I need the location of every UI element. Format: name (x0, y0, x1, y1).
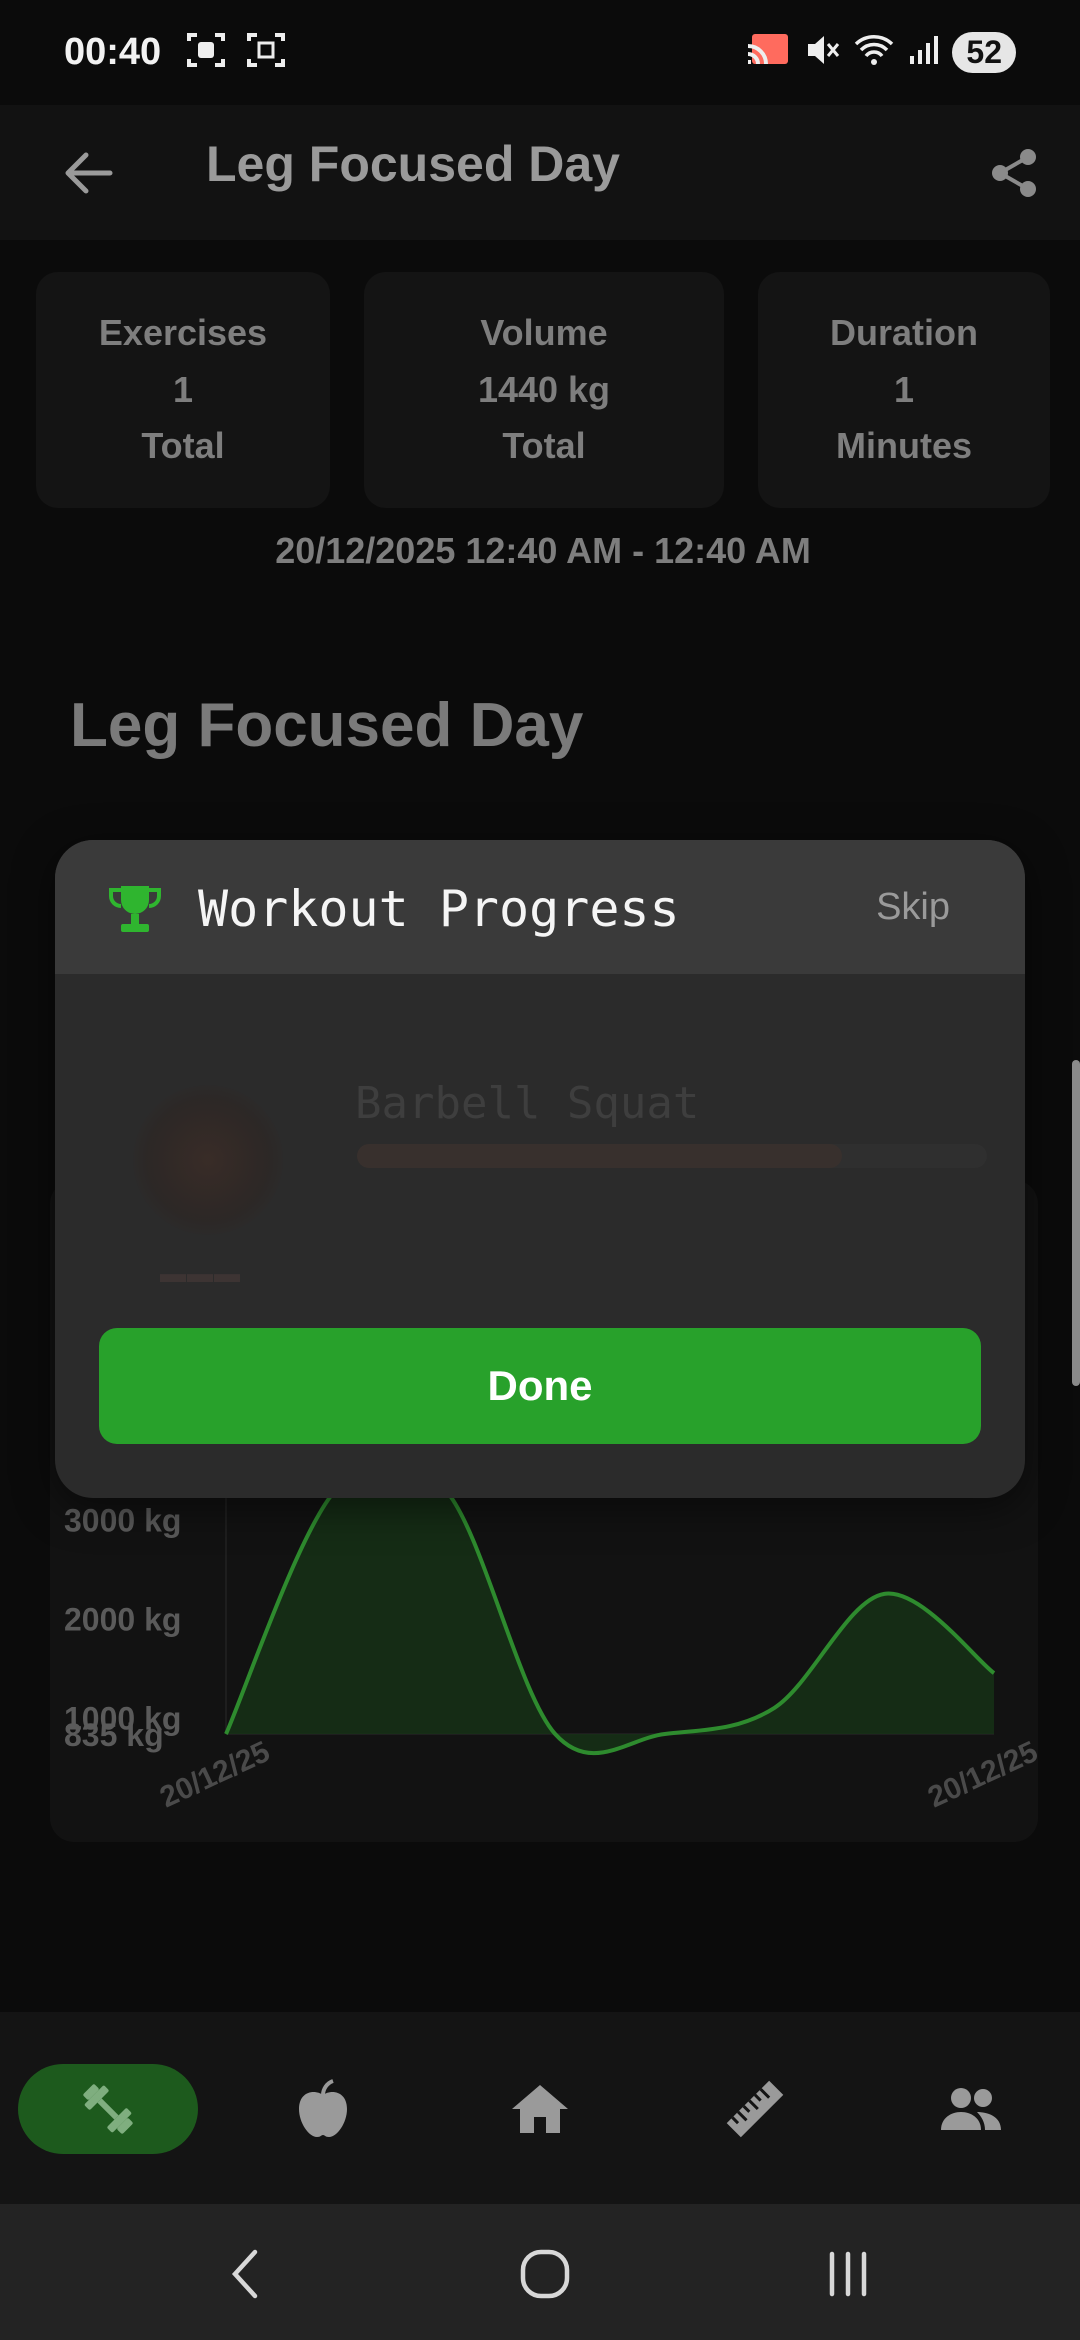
battery-indicator: 52 (952, 32, 1016, 73)
stat-label: Volume (480, 311, 608, 353)
recents-icon (829, 2251, 867, 2297)
trophy-icon (109, 886, 161, 932)
screen-record-icon (185, 29, 227, 76)
exercise-progress-bar (357, 1144, 987, 1168)
signal-icon (908, 34, 939, 71)
nav-item-nutrition[interactable] (278, 2064, 368, 2154)
stat-card-duration: Duration 1 Minutes (758, 272, 1050, 508)
page-title: Leg Focused Day (206, 136, 620, 192)
ruler-icon (726, 2080, 784, 2138)
stat-unit: Total (502, 425, 586, 467)
stat-card-exercises: Exercises 1 Total (36, 272, 330, 508)
y-tick-label: 2000 kg (64, 1602, 181, 1638)
exercise-name: Barbell Squat (355, 1078, 700, 1129)
circle-home-icon (520, 2249, 570, 2299)
x-tick-label: 20/12/25 (155, 1735, 275, 1814)
nav-item-workouts[interactable] (18, 2064, 198, 2154)
screenshot-icon (245, 29, 287, 76)
screen: 00:40 52 Leg Focused Day Exercises 1 Tot… (0, 0, 1080, 2340)
wifi-icon (854, 32, 894, 73)
nav-item-social[interactable] (926, 2064, 1016, 2154)
dumbbell-icon (83, 2084, 133, 2134)
workout-progress-dialog: Workout Progress Skip ▬▬▬ Barbell Squat … (55, 840, 1025, 1498)
exercise-avatar (133, 1085, 283, 1235)
back-button[interactable] (48, 133, 128, 213)
x-tick-label: 20/12/25 (923, 1735, 1038, 1814)
done-button[interactable]: Done (99, 1328, 981, 1444)
apple-icon (299, 2079, 347, 2137)
mute-icon (804, 32, 840, 73)
app-bar: Leg Focused Day (0, 105, 1080, 240)
stat-value: 1440 kg (477, 368, 611, 410)
avatar-caption: ▬▬▬ (160, 1258, 241, 1288)
arrow-left-icon (65, 152, 113, 194)
bottom-nav (0, 2012, 1080, 2204)
stat-value: 1 (172, 368, 194, 410)
y-tick-label: 3000 kg (64, 1503, 181, 1539)
stat-unit: Minutes (835, 425, 972, 467)
skip-button[interactable]: Skip (876, 886, 950, 929)
system-home-button[interactable] (505, 2234, 585, 2314)
nav-item-measurements[interactable] (710, 2064, 800, 2154)
stat-label: Exercises (98, 311, 268, 353)
status-time: 00:40 (64, 31, 162, 73)
nav-item-home[interactable] (495, 2064, 585, 2154)
stat-card-volume: Volume 1440 kg Total (364, 272, 724, 508)
status-bar: 00:40 52 (0, 0, 1080, 105)
share-icon (992, 149, 1036, 197)
status-left-icons (185, 29, 287, 76)
system-recents-button[interactable] (808, 2234, 888, 2314)
scrollbar[interactable] (1072, 1060, 1080, 1386)
share-button[interactable] (974, 133, 1054, 213)
system-nav (0, 2204, 1080, 2340)
system-back-button[interactable] (205, 2234, 285, 2314)
chevron-left-icon (231, 2249, 258, 2299)
series-area (226, 1459, 994, 1754)
date-range: 20/12/2025 12:40 AM - 12:40 AM (275, 530, 811, 571)
progress-fill (357, 1144, 843, 1168)
dialog-title: Workout Progress (198, 880, 680, 938)
status-right: 52 (746, 32, 1016, 73)
cast-icon (746, 32, 790, 73)
stat-unit: Total (141, 425, 225, 467)
people-icon (941, 2088, 1001, 2130)
section-title: Leg Focused Day (70, 691, 584, 760)
y-tick-label: 835 kg (64, 1717, 164, 1753)
dialog-header: Workout Progress Skip (55, 840, 1025, 974)
stat-label: Duration (830, 311, 978, 353)
stat-value: 1 (893, 368, 915, 410)
home-icon (512, 2085, 568, 2133)
